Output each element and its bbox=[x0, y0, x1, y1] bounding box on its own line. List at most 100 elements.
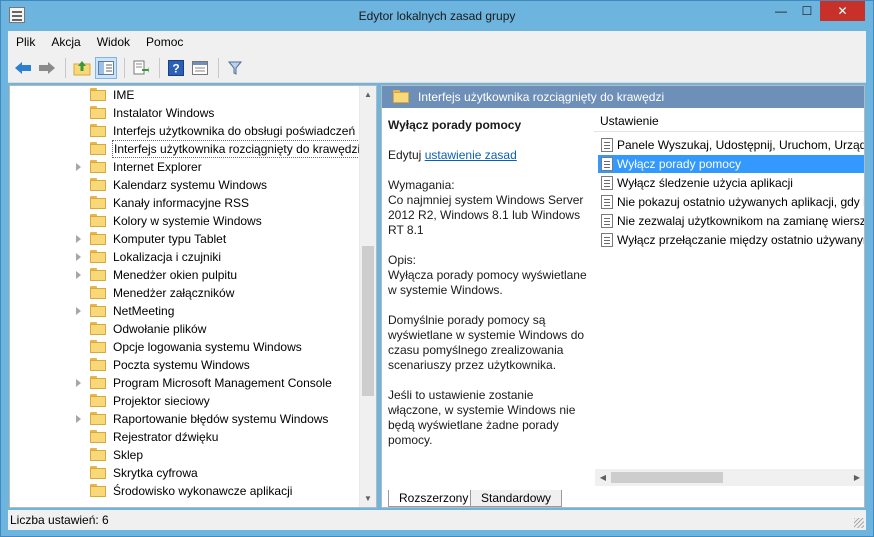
maximize-button[interactable]: ☐ bbox=[794, 1, 820, 21]
tree-item[interactable]: Poczta systemu Windows bbox=[10, 356, 360, 374]
menu-view[interactable]: Widok bbox=[89, 35, 138, 49]
settings-horizontal-scrollbar[interactable]: ◀ ▶ bbox=[595, 469, 864, 486]
up-folder-icon[interactable] bbox=[71, 57, 93, 79]
tree-item-label: NetMeeting bbox=[113, 304, 175, 318]
show-tree-icon[interactable] bbox=[95, 56, 117, 79]
folder-icon bbox=[90, 142, 106, 155]
setting-row[interactable]: Panele Wyszukaj, Udostępnij, Uruchom, Ur… bbox=[598, 136, 864, 154]
tree-item[interactable]: Raportowanie błędów systemu Windows bbox=[10, 410, 360, 428]
scroll-right-icon[interactable]: ▶ bbox=[849, 469, 864, 486]
expand-arrow-icon[interactable] bbox=[76, 379, 81, 387]
back-icon[interactable] bbox=[12, 57, 34, 79]
minimize-button[interactable]: — bbox=[768, 1, 794, 21]
setting-column-header[interactable]: Ustawienie bbox=[600, 114, 659, 128]
expand-arrow-icon[interactable] bbox=[76, 235, 81, 243]
tree-item[interactable]: Kalendarz systemu Windows bbox=[10, 176, 360, 194]
filter-icon[interactable] bbox=[224, 57, 246, 79]
tree-item-label: Komputer typu Tablet bbox=[113, 232, 227, 246]
setting-row[interactable]: Wyłącz śledzenie użycia aplikacji bbox=[598, 174, 864, 192]
setting-row[interactable]: Nie pokazuj ostatnio używanych aplikacji… bbox=[598, 193, 865, 211]
edit-policy-link[interactable]: ustawienie zasad bbox=[425, 148, 517, 162]
scroll-up-icon[interactable]: ▲ bbox=[360, 86, 376, 103]
export-list-icon[interactable] bbox=[130, 57, 152, 79]
forward-icon[interactable] bbox=[36, 57, 58, 79]
tree-item[interactable]: Menedżer załączników bbox=[10, 284, 360, 302]
category-tree[interactable]: IME Instalator Windows Interfejs użytkowni… bbox=[9, 85, 377, 508]
tree-item-label: Interfejs użytkownika do obsługi poświad… bbox=[113, 124, 356, 138]
expand-arrow-icon[interactable] bbox=[76, 163, 81, 171]
description-paragraph-3: Jeśli to ustawienie zostanie włączone, w… bbox=[388, 388, 576, 447]
resize-grip-icon[interactable] bbox=[854, 518, 864, 528]
tree-item[interactable]: Środowisko wykonawcze aplikacji bbox=[10, 482, 360, 500]
title-bar[interactable]: Edytor lokalnych zasad grupy — ☐ ✕ bbox=[1, 1, 873, 31]
folder-icon bbox=[90, 340, 106, 353]
folder-icon bbox=[90, 88, 106, 101]
tree-item[interactable]: Program Microsoft Management Console bbox=[10, 374, 360, 392]
setting-row[interactable]: Nie zezwalaj użytkownikom na zamianę wie… bbox=[598, 212, 864, 230]
tree-item[interactable]: Sklep bbox=[10, 446, 360, 464]
tree-item[interactable]: Kanały informacyjne RSS bbox=[10, 194, 360, 212]
expand-arrow-icon[interactable] bbox=[76, 253, 81, 261]
menu-action[interactable]: Akcja bbox=[43, 35, 88, 49]
folder-icon bbox=[90, 232, 106, 245]
tree-item[interactable]: Rejestrator dźwięku bbox=[10, 428, 360, 446]
close-button[interactable]: ✕ bbox=[820, 1, 865, 21]
folder-icon bbox=[90, 196, 106, 209]
toolbar: ? bbox=[8, 53, 866, 83]
folder-icon bbox=[90, 430, 106, 443]
edit-policy-line: Edytuj ustawienie zasad bbox=[388, 148, 588, 163]
setting-row[interactable]: Wyłącz porady pomocy bbox=[598, 155, 864, 173]
expand-arrow-icon[interactable] bbox=[76, 307, 81, 315]
tree-item[interactable]: Skrytka cyfrowa bbox=[10, 464, 360, 482]
toolbar-separator bbox=[65, 57, 66, 78]
expand-arrow-icon[interactable] bbox=[76, 271, 81, 279]
folder-icon bbox=[90, 322, 106, 335]
scroll-down-icon[interactable]: ▼ bbox=[360, 490, 376, 507]
description-paragraph-1: Wyłącza porady pomocy wyświetlane w syst… bbox=[388, 268, 587, 297]
help-icon[interactable]: ? bbox=[165, 57, 187, 79]
menu-file[interactable]: Plik bbox=[8, 35, 43, 49]
tree-item[interactable]: Internet Explorer bbox=[10, 158, 360, 176]
setting-row[interactable]: Wyłącz przełączanie między ostatnio używ… bbox=[598, 231, 864, 249]
tree-item[interactable]: Interfejs użytkownika rozciągnięty do kr… bbox=[10, 140, 363, 158]
details-header-title: Interfejs użytkownika rozciągnięty do kr… bbox=[418, 90, 665, 104]
properties-icon[interactable] bbox=[189, 57, 211, 79]
tree-item[interactable]: Odwołanie plików bbox=[10, 320, 360, 338]
scroll-left-icon[interactable]: ◀ bbox=[595, 469, 611, 486]
details-pane: Interfejs użytkownika rozciągnięty do kr… bbox=[381, 85, 865, 508]
scroll-thumb[interactable] bbox=[362, 246, 374, 396]
toolbar-separator bbox=[159, 57, 160, 78]
tree-item[interactable]: Kolory w systemie Windows bbox=[10, 212, 360, 230]
tree-item[interactable]: NetMeeting bbox=[10, 302, 360, 320]
tree-item[interactable]: Opcje logowania systemu Windows bbox=[10, 338, 360, 356]
tree-item[interactable]: Komputer typu Tablet bbox=[10, 230, 360, 248]
tab-extended[interactable]: Rozszerzony bbox=[388, 490, 480, 507]
edit-prefix: Edytuj bbox=[388, 148, 422, 162]
menu-bar: Plik Akcja Widok Pomoc bbox=[8, 31, 866, 53]
tree-item[interactable]: IME bbox=[10, 86, 360, 104]
menu-help[interactable]: Pomoc bbox=[138, 35, 191, 49]
expand-arrow-icon[interactable] bbox=[76, 415, 81, 423]
setting-label: Nie pokazuj ostatnio używanych aplikacji… bbox=[617, 195, 865, 209]
policy-title: Wyłącz porady pomocy bbox=[388, 118, 522, 132]
requirements-label: Wymagania: bbox=[388, 178, 455, 192]
tree-item-label: Skrytka cyfrowa bbox=[113, 466, 198, 480]
svg-text:?: ? bbox=[172, 61, 179, 75]
tree-item-label: Kanały informacyjne RSS bbox=[113, 196, 250, 210]
tree-item[interactable]: Interfejs użytkownika do obsługi poświad… bbox=[10, 122, 360, 140]
tree-item-label: IME bbox=[113, 88, 135, 102]
folder-icon bbox=[90, 448, 106, 461]
tree-item[interactable]: Lokalizacja i czujniki bbox=[10, 248, 360, 266]
tree-item-label: Kolory w systemie Windows bbox=[113, 214, 262, 228]
app-window: Edytor lokalnych zasad grupy — ☐ ✕ Plik … bbox=[0, 0, 874, 537]
scroll-thumb[interactable] bbox=[611, 472, 723, 483]
tab-standard[interactable]: Standardowy bbox=[470, 490, 563, 507]
tree-item-label: Lokalizacja i czujniki bbox=[113, 250, 222, 264]
folder-icon bbox=[90, 412, 106, 425]
tree-vertical-scrollbar[interactable]: ▲ ▼ bbox=[359, 86, 376, 507]
folder-icon bbox=[90, 394, 106, 407]
tree-item[interactable]: Instalator Windows bbox=[10, 104, 360, 122]
tree-item[interactable]: Menedżer okien pulpitu bbox=[10, 266, 360, 284]
tree-item[interactable]: Projektor sieciowy bbox=[10, 392, 360, 410]
folder-icon bbox=[393, 90, 409, 103]
